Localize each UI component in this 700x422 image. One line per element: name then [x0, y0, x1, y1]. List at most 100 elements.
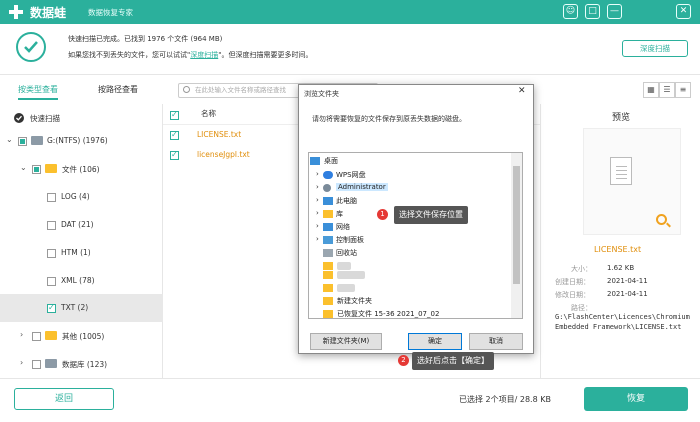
tree-item-other[interactable]: › 其他 (1005): [0, 322, 163, 350]
folder-item-library[interactable]: › 库: [316, 209, 376, 221]
grid-view-icon[interactable]: ▦: [643, 82, 659, 98]
folder-label: 已恢复文件 15-36 2021_07_02: [337, 310, 440, 318]
deep-scan-button[interactable]: 深度扫描: [622, 40, 688, 57]
folder-item-blurred[interactable]: [323, 283, 383, 295]
chevron-right-icon[interactable]: ›: [316, 170, 319, 178]
prop-size: 大小： 1.62 KB: [555, 264, 695, 274]
checkbox[interactable]: [32, 360, 41, 369]
folder-icon: [323, 271, 333, 279]
tab-by-type[interactable]: 按类型查看: [18, 84, 58, 100]
tab-by-path[interactable]: 按路径查看: [98, 84, 138, 95]
file-name: LICENSE.txt: [197, 130, 242, 139]
checkbox[interactable]: [170, 150, 179, 160]
detail-view-icon[interactable]: ≡: [675, 82, 691, 98]
menu-icon[interactable]: □: [585, 4, 600, 19]
preview-file-name: LICENSE.txt: [594, 245, 642, 254]
checkbox[interactable]: [47, 249, 56, 258]
drive-icon: [31, 136, 43, 145]
checkbox[interactable]: [18, 137, 27, 146]
dialog-close-button[interactable]: ✕: [518, 86, 526, 96]
tree-item-documents[interactable]: ⌄ 文件 (106): [0, 155, 163, 183]
close-button[interactable]: ✕: [676, 4, 691, 19]
selection-summary: 已选择 2个项目/ 28.8 KB: [459, 395, 551, 404]
tree-item-drive[interactable]: ⌄ G:(NTFS) (1976): [0, 127, 163, 155]
folder-item-network[interactable]: › 网络: [316, 222, 376, 234]
folder-label: 新建文件夹: [337, 297, 372, 305]
folder-item-recovered[interactable]: 已恢复文件 15-36 2021_07_02: [323, 309, 453, 321]
tree-label: LOG (4): [61, 192, 90, 201]
folder-item-admin[interactable]: › Administrator: [316, 183, 506, 195]
select-all-checkbox[interactable]: [170, 110, 179, 120]
scrollbar-thumb[interactable]: [513, 166, 520, 284]
checkbox[interactable]: [170, 130, 179, 140]
back-button[interactable]: 返回: [14, 388, 114, 410]
folder-item-recycle-bin[interactable]: 回收站: [316, 248, 396, 260]
chevron-right-icon[interactable]: ›: [316, 222, 319, 230]
database-icon: [45, 359, 57, 368]
tree-item-dat[interactable]: DAT (21): [0, 211, 163, 239]
divider: [0, 74, 700, 75]
preview-title: 预览: [612, 113, 631, 123]
tree-label: 数据库 (123): [62, 360, 108, 369]
deep-scan-link[interactable]: 深度扫描: [190, 51, 218, 59]
control-panel-icon: [323, 236, 333, 244]
checkbox[interactable]: [32, 332, 41, 341]
minimize-button[interactable]: —: [607, 4, 622, 19]
prop-value: 2021-04-11: [607, 277, 648, 285]
blurred-label: [337, 284, 355, 292]
prop-key: 修改日期：: [555, 291, 590, 299]
tree-label: 快速扫描: [30, 114, 60, 123]
folder-item-new[interactable]: 新建文件夹: [323, 296, 403, 308]
file-row[interactable]: LICENSE.txt: [170, 130, 300, 142]
tree-item-htm[interactable]: HTM (1): [0, 239, 163, 267]
folder-item-control-panel[interactable]: › 控制面板: [316, 235, 396, 247]
tree-label: G:(NTFS) (1976): [47, 136, 108, 145]
checkbox[interactable]: [47, 193, 56, 202]
prop-key: 创建日期：: [555, 278, 590, 286]
checkbox[interactable]: [32, 165, 41, 174]
folder-icon: [323, 297, 333, 305]
column-header-name[interactable]: 名称: [201, 108, 216, 124]
checkbox[interactable]: [47, 221, 56, 230]
folder-item-blurred[interactable]: [323, 270, 383, 282]
recycle-bin-icon: [323, 249, 333, 257]
chevron-right-icon[interactable]: ›: [316, 209, 319, 217]
tree-label: XML (78): [61, 276, 95, 285]
ok-button[interactable]: 确定: [408, 333, 462, 350]
checkbox[interactable]: [47, 303, 56, 313]
checkbox[interactable]: [47, 277, 56, 286]
new-folder-button[interactable]: 新建文件夹(M): [310, 333, 382, 350]
step-badge: 1: [377, 209, 388, 220]
prop-path-value: G:\FlashCenter\Licences\Chromium Embedde…: [555, 313, 690, 331]
chevron-right-icon[interactable]: ›: [20, 358, 23, 367]
chevron-right-icon[interactable]: ›: [316, 196, 319, 204]
prop-created: 创建日期： 2021-04-11: [555, 277, 695, 287]
recover-button[interactable]: 恢复: [584, 387, 688, 411]
tree-item-txt[interactable]: TXT (2): [0, 294, 163, 322]
checked-circle-icon: [14, 113, 24, 123]
app-title: 数据蛙: [30, 6, 67, 20]
desktop-icon: [310, 157, 320, 165]
tree-item-log[interactable]: LOG (4): [0, 183, 163, 211]
tree-item-xml[interactable]: XML (78): [0, 267, 163, 295]
chevron-right-icon[interactable]: ›: [316, 183, 319, 191]
prop-value: 1.62 KB: [607, 264, 635, 272]
folder-item-desktop[interactable]: 桌面: [310, 156, 500, 168]
chevron-down-icon[interactable]: ⌄: [20, 163, 27, 172]
feedback-icon[interactable]: ☺: [563, 4, 578, 19]
prop-modified: 修改日期： 2021-04-11: [555, 290, 695, 300]
tree-label: DAT (21): [61, 220, 94, 229]
chevron-right-icon[interactable]: ›: [20, 330, 23, 339]
tree-item-database[interactable]: › 数据库 (123): [0, 350, 163, 378]
folder-item-wps[interactable]: › WPS网盘: [316, 170, 506, 182]
document-icon: [610, 157, 632, 185]
chevron-right-icon[interactable]: ›: [316, 235, 319, 243]
cancel-button[interactable]: 取消: [469, 333, 523, 350]
step-badge: 2: [398, 355, 409, 366]
folder-label: 回收站: [336, 249, 357, 257]
list-view-icon[interactable]: ☰: [659, 82, 675, 98]
chevron-down-icon[interactable]: ⌄: [6, 135, 13, 144]
folder-label: 网络: [336, 223, 350, 231]
tree-label: 文件 (106): [62, 165, 100, 174]
file-row[interactable]: licenseJgpl.txt: [170, 150, 300, 162]
